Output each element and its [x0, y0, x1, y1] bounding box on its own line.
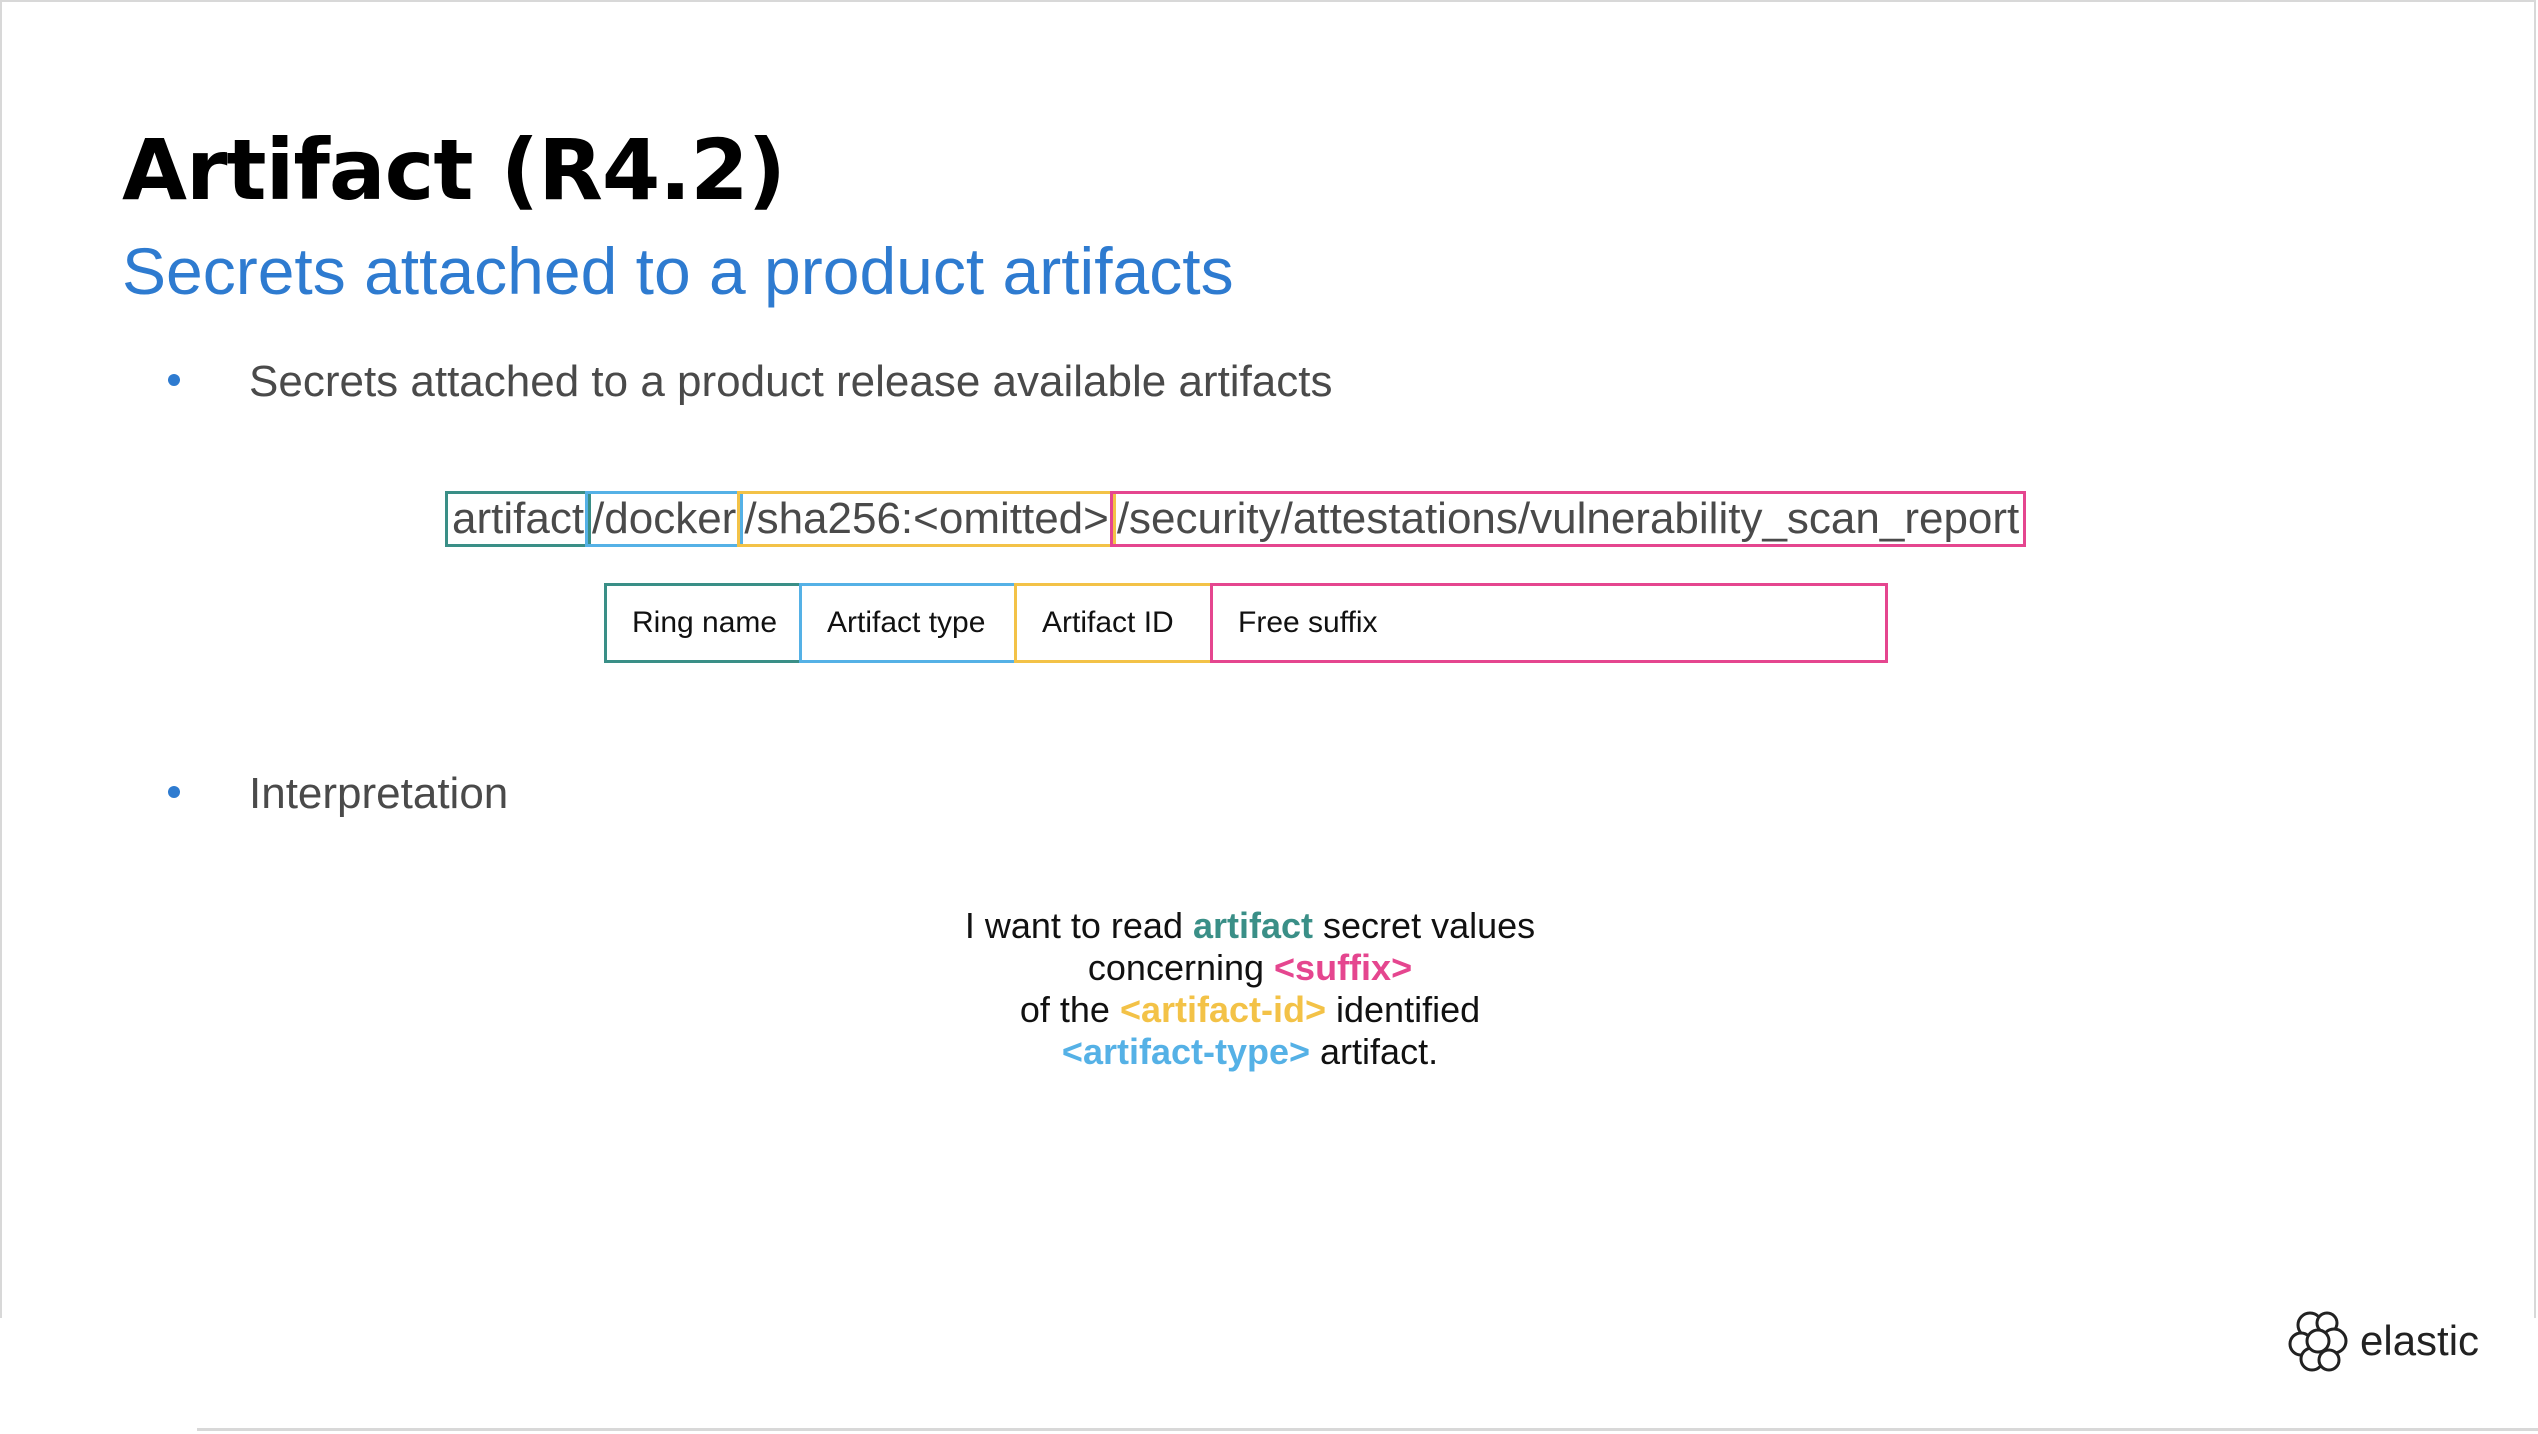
text-run: secret values: [1313, 905, 1536, 946]
logo-text: elastic: [2360, 1317, 2480, 1364]
highlight-ring: artifact: [1192, 905, 1314, 946]
legend-free-suffix: Free suffix: [1210, 583, 1888, 663]
text-run: I want to read: [964, 905, 1193, 946]
highlight-suffix: <suffix>: [1274, 947, 1413, 988]
bullet-text: Interpretation: [249, 769, 509, 818]
secret-path: artifact /docker /sha256:<omitted> /secu…: [445, 491, 2027, 547]
legend-artifact-id: Artifact ID: [1014, 583, 1213, 663]
highlight-artifact-type: <artifact-type>: [1061, 1031, 1311, 1072]
interpretation-line: <artifact-type> artifact.: [800, 1031, 1700, 1073]
interpretation-line: of the <artifact-id> identified: [800, 989, 1700, 1031]
text-run: identified: [1326, 989, 1481, 1030]
text-run: of the: [1019, 989, 1120, 1030]
interpretation-line: I want to read artifact secret values: [800, 905, 1700, 947]
bottom-divider: [197, 1428, 2538, 1431]
path-segment-id: /sha256:<omitted>: [737, 491, 1116, 547]
legend-artifact-type: Artifact type: [799, 583, 1017, 663]
text-run: artifact.: [1310, 1031, 1439, 1072]
path-segment-ring: artifact: [445, 491, 592, 547]
slide-title: Artifact (R4.2): [122, 121, 786, 219]
elastic-logo: elastic: [2286, 1308, 2479, 1374]
highlight-artifact-id: <artifact-id>: [1119, 989, 1327, 1030]
text-run: concerning: [1087, 947, 1275, 988]
path-legend: Ring name Artifact type Artifact ID Free…: [604, 583, 1888, 663]
bullet-dot: [168, 786, 180, 798]
slide-subtitle: Secrets attached to a product artifacts: [122, 234, 1234, 308]
elastic-logo-icon: [2288, 1311, 2348, 1372]
interpretation-line: concerning <suffix>: [800, 947, 1700, 989]
path-segment-type: /docker: [585, 491, 744, 547]
bullet-dot: [168, 374, 180, 386]
path-segment-suffix: /security/attestations/vulnerability_sca…: [1109, 491, 2027, 547]
interpretation-text: I want to read artifact secret values co…: [800, 905, 1700, 1073]
legend-ring-name: Ring name: [604, 583, 802, 663]
bullet-text: Secrets attached to a product release av…: [249, 357, 1333, 406]
